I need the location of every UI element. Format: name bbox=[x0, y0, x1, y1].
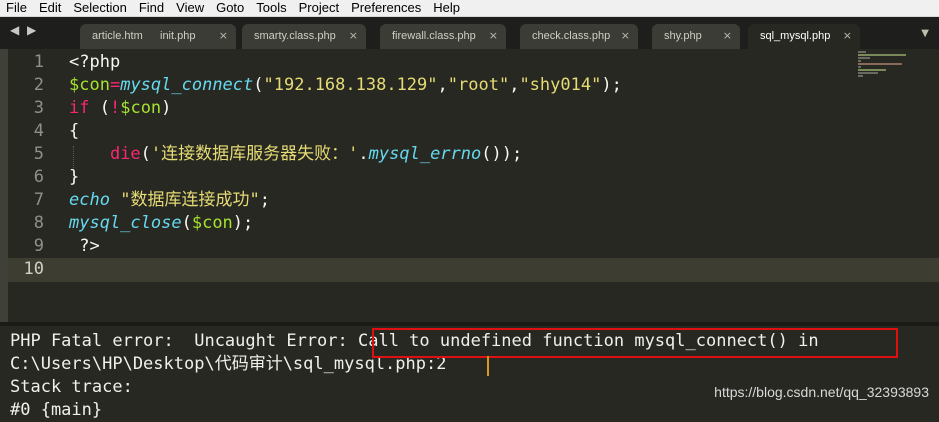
tab-shy-php[interactable]: shy.php × bbox=[652, 24, 740, 49]
tab-firewall-class-php[interactable]: firewall.class.php × bbox=[380, 24, 506, 49]
tab-label: article.htm bbox=[92, 30, 143, 42]
current-line-highlight bbox=[8, 258, 939, 282]
close-icon[interactable]: × bbox=[489, 29, 498, 42]
tab-label: sql_mysql.php bbox=[760, 30, 831, 42]
menu-bar: File Edit Selection Find View Goto Tools… bbox=[0, 0, 939, 17]
tab-article-htm[interactable]: article.htm bbox=[80, 24, 158, 49]
line-number: 1 bbox=[33, 52, 44, 72]
line-number: 5 bbox=[33, 144, 44, 164]
line-number: 3 bbox=[33, 98, 44, 118]
tab-init-php[interactable]: init.php × bbox=[148, 24, 236, 49]
tab-nav-arrows-icon[interactable]: ◀ ▶ bbox=[10, 23, 38, 37]
menu-project[interactable]: Project bbox=[293, 0, 345, 16]
close-icon[interactable]: × bbox=[349, 29, 358, 42]
text-cursor bbox=[487, 356, 489, 376]
tab-check-class-php[interactable]: check.class.php × bbox=[520, 24, 638, 49]
code-line-5[interactable]: die('连接数据库服务器失败：'.mysql_errno()); bbox=[69, 143, 522, 166]
tab-label: init.php bbox=[160, 30, 196, 42]
output-panel: PHP Fatal error: Uncaught Error: Call to… bbox=[0, 326, 939, 420]
watermark: https://blog.csdn.net/qq_32393893 bbox=[714, 384, 929, 400]
console-line-4: #0 {main} bbox=[10, 400, 103, 420]
code-line-9[interactable]: ?> bbox=[69, 235, 99, 258]
console-line-3: Stack trace: bbox=[10, 377, 133, 397]
code-line-2[interactable]: $con=mysql_connect("192.168.138.129","ro… bbox=[69, 74, 622, 97]
tab-label: smarty.class.php bbox=[254, 30, 336, 42]
menu-help[interactable]: Help bbox=[427, 0, 466, 16]
line-number: 9 bbox=[33, 236, 44, 256]
menu-preferences[interactable]: Preferences bbox=[345, 0, 427, 16]
menu-selection[interactable]: Selection bbox=[67, 0, 132, 16]
line-number: 8 bbox=[33, 213, 44, 233]
tab-label: check.class.php bbox=[532, 30, 611, 42]
error-highlight-box bbox=[372, 328, 898, 358]
menu-file[interactable]: File bbox=[0, 0, 33, 16]
tab-label: firewall.class.php bbox=[392, 30, 476, 42]
line-number-gutter: 1 2 3 4 5 6 7 8 9 10 bbox=[8, 49, 63, 322]
tab-label: shy.php bbox=[664, 30, 702, 42]
fold-margin bbox=[0, 49, 8, 322]
code-line-1[interactable]: <?php bbox=[69, 51, 120, 74]
tab-dropdown-icon[interactable]: ▼ bbox=[921, 28, 929, 39]
tab-bar: ◀ ▶ article.htm init.php × smarty.class.… bbox=[0, 17, 939, 49]
menu-goto[interactable]: Goto bbox=[210, 0, 250, 16]
code-editor[interactable]: 1 2 3 4 5 6 7 8 9 10 <?php $con=mysql_co… bbox=[0, 49, 939, 322]
line-number: 6 bbox=[33, 167, 44, 187]
tab-smarty-class-php[interactable]: smarty.class.php × bbox=[242, 24, 366, 49]
close-icon[interactable]: × bbox=[723, 29, 732, 42]
minimap[interactable] bbox=[858, 51, 928, 91]
code-line-7[interactable]: echo "数据库连接成功"; bbox=[69, 189, 270, 212]
code-line-3[interactable]: if (!$con) bbox=[69, 97, 171, 120]
close-icon[interactable]: × bbox=[843, 29, 852, 42]
menu-view[interactable]: View bbox=[170, 0, 210, 16]
code-line-8[interactable]: mysql_close($con); bbox=[69, 212, 253, 235]
line-number: 7 bbox=[33, 190, 44, 210]
menu-edit[interactable]: Edit bbox=[33, 0, 67, 16]
menu-tools[interactable]: Tools bbox=[250, 0, 292, 16]
menu-find[interactable]: Find bbox=[133, 0, 170, 16]
close-icon[interactable]: × bbox=[219, 29, 228, 42]
line-number-current: 10 bbox=[23, 259, 44, 279]
code-line-6[interactable]: } bbox=[69, 166, 79, 189]
line-number: 2 bbox=[33, 75, 44, 95]
line-number: 4 bbox=[33, 121, 44, 141]
code-line-4[interactable]: { bbox=[69, 120, 79, 143]
tab-sql-mysql-php[interactable]: sql_mysql.php × bbox=[748, 24, 860, 49]
close-icon[interactable]: × bbox=[621, 29, 630, 42]
